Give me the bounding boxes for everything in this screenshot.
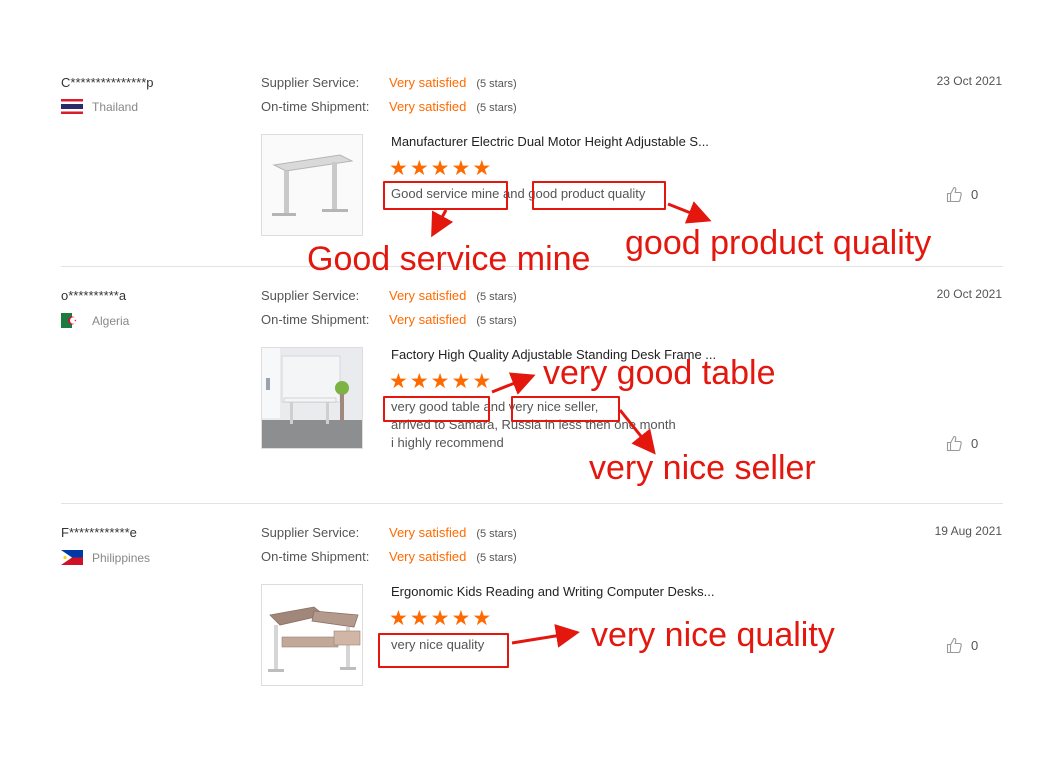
annotation-good-quality: good product quality bbox=[625, 224, 932, 262]
annotation-very-nice-seller: very nice seller bbox=[589, 449, 816, 487]
annotation-arrows bbox=[431, 201, 712, 648]
annotation-good-service: Good service mine bbox=[307, 240, 591, 278]
annotation-very-nice-quality: very nice quality bbox=[591, 616, 835, 654]
annotation-very-good-table: very good table bbox=[543, 354, 776, 392]
